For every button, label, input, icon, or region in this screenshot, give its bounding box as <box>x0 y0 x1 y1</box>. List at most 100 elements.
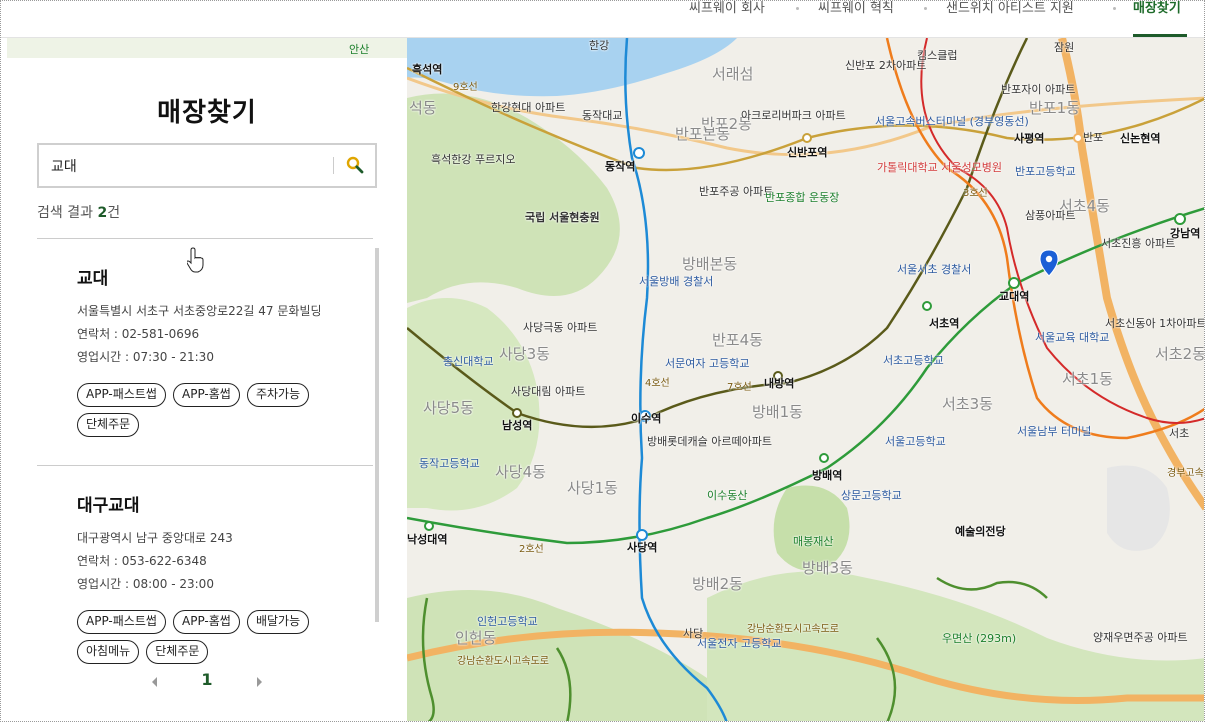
hand-cursor-icon <box>187 247 204 273</box>
place-label: 한강 <box>589 39 610 52</box>
store-tag: APP-패스트썹 <box>77 610 166 634</box>
nav-item-store-finder[interactable]: 매장찾기 <box>1133 1 1181 16</box>
store-map[interactable]: 반포2동 반포본동 반포4동 방배본동 방배1동 방배2동 방배3동 서초4동 … <box>407 38 1205 721</box>
map-label: 서초3동 <box>942 395 993 413</box>
search-button[interactable] <box>341 153 369 179</box>
place-label: 신반포 2차아파트 <box>845 59 927 72</box>
station-label[interactable]: 방배역 <box>812 470 842 482</box>
store-name[interactable]: 교대 <box>77 264 108 289</box>
next-page-button[interactable] <box>249 672 269 692</box>
station-label[interactable]: 낙성대역 <box>407 534 447 546</box>
place-label: 방배롯데캐슬 아르떼아파트 <box>647 435 772 448</box>
station-label[interactable]: 사당역 <box>627 542 657 554</box>
store-name[interactable]: 대구교대 <box>77 491 140 516</box>
place-label: 사당대림 아파트 <box>511 385 586 398</box>
station-label[interactable]: 내방역 <box>764 378 794 390</box>
search-input[interactable] <box>51 145 331 186</box>
store-tags: APP-패스트썹 APP-홈썹 배달가능 아침메뉴 단체주문 <box>77 610 337 664</box>
list-divider <box>37 238 373 239</box>
line-label: 2호선 <box>519 544 544 555</box>
place-label: 서울고속버스터미널 (경부영동선) <box>875 115 1029 128</box>
scrollbar-thumb[interactable] <box>375 248 379 622</box>
store-divider <box>37 465 373 466</box>
result-count-suffix: 건 <box>107 205 121 221</box>
browser-frame: 씨프웨이 회사 씨프웨이 혁칙 샌드위치 아티스트 지원 매장찾기 안산 반포2… <box>0 0 1205 722</box>
place-label: 상문고등학교 <box>841 489 902 502</box>
place-label: 킴스클럽 <box>917 49 958 62</box>
station-label[interactable]: 서초역 <box>929 318 959 330</box>
station-label[interactable]: 신반포역 <box>787 147 827 159</box>
nav-item-policy[interactable]: 씨프웨이 혁칙 <box>818 1 894 16</box>
nav-item-artist[interactable]: 샌드위치 아티스트 지원 <box>946 1 1074 16</box>
store-tag: 단체주문 <box>77 413 140 437</box>
station-label[interactable]: 흑석역 <box>412 64 442 76</box>
station-label[interactable]: 이수역 <box>631 413 661 425</box>
place-label: 서초고등학교 <box>883 354 944 367</box>
station-label[interactable]: 남성역 <box>502 420 532 432</box>
store-address: 서울특별시 서초구 서초중앙로22길 47 문화빌딩 <box>77 304 322 318</box>
place-label: 우면산 (293m) <box>942 632 1017 645</box>
station-label[interactable]: 신논현역 <box>1120 133 1160 145</box>
nav-item-company[interactable]: 씨프웨이 회사 <box>689 1 765 16</box>
map-label: 사당5동 <box>423 399 474 417</box>
place-label: 서울방배 경찰서 <box>639 275 714 288</box>
current-page[interactable]: 1 <box>197 670 217 689</box>
place-label: 매봉재산 <box>793 535 834 548</box>
station-label[interactable]: 동작역 <box>605 161 635 173</box>
result-count-prefix: 검색 결과 <box>37 205 93 221</box>
place-label: 반포고등학교 <box>1015 165 1076 178</box>
place-label: 서울교육 대학교 <box>1035 331 1110 344</box>
road-label: 강남순환도시고속도로 <box>457 656 549 667</box>
place-label: 서울고등학교 <box>885 435 946 448</box>
road-label: 사당 <box>683 627 704 640</box>
store-tag: APP-홈썹 <box>173 610 240 634</box>
place-label: 아크로리버파크 아파트 <box>741 109 846 122</box>
map-label: 서초2동 <box>1155 345 1205 363</box>
road-label: 강남순환도시고속도로 <box>747 624 839 635</box>
place-label: 반포주공 아파트 <box>699 185 774 198</box>
map-label: 인헌동 <box>455 629 497 647</box>
place-label: 인헌고등학교 <box>477 615 538 628</box>
map-label: 안산 <box>349 43 370 56</box>
place-label: 삼풍아파트 <box>1025 209 1076 222</box>
map-label: 사당1동 <box>567 479 618 497</box>
place-label: 총신대학교 <box>443 355 494 368</box>
store-search-panel: 매장찾기 검색 결과 2건 교대 서울특별시 서초구 서초중앙로22길 47 문… <box>7 58 407 720</box>
place-label: 가톨릭대학교 서울성모병원 <box>877 161 1002 174</box>
map-label: 반포본동 <box>675 125 731 143</box>
map-label: 방배본동 <box>682 255 738 273</box>
map-label: 반포4동 <box>712 331 763 349</box>
place-label: 서문여자 고등학교 <box>665 357 750 370</box>
map-label: 석동 <box>409 99 437 117</box>
store-hours: 영업시간 : 08:00 - 23:00 <box>77 577 214 591</box>
store-address: 대구광역시 남구 중앙대로 243 <box>77 531 233 545</box>
place-label: 서초진흥 아파트 <box>1101 237 1176 250</box>
place-label: 양재우면주공 아파트 <box>1093 631 1188 644</box>
result-count-number: 2 <box>97 205 108 221</box>
place-label: 반포종합 운동장 <box>765 191 840 204</box>
road-label: 잠원 <box>1054 41 1075 54</box>
station-label[interactable]: 사평역 <box>1014 133 1044 145</box>
chevron-left-icon <box>152 677 157 687</box>
store-tag: 주차가능 <box>246 383 310 407</box>
store-list[interactable]: 교대 서울특별시 서초구 서초중앙로22길 47 문화빌딩 연락처 : 02-5… <box>37 248 373 664</box>
store-hours: 영업시간 : 07:30 - 21:30 <box>77 350 214 364</box>
road-label: 서초 <box>1169 427 1190 440</box>
line-label: 7호선 <box>727 382 752 393</box>
prev-page-button[interactable] <box>145 672 165 692</box>
place-label: 예술의전당 <box>955 525 1006 538</box>
place-label: 서울전자 고등학교 <box>697 637 782 650</box>
place-label: 이수동산 <box>707 489 748 502</box>
chevron-right-icon <box>257 677 262 687</box>
place-label: 반포자이 아파트 <box>1001 83 1076 96</box>
station-label[interactable]: 교대역 <box>999 291 1029 303</box>
place-label: 서초신동아 1차아파트 <box>1105 317 1205 330</box>
road-label: 동작대교 <box>582 109 623 122</box>
nav-separator <box>796 7 799 10</box>
nav-separator <box>1113 7 1116 10</box>
map-label: 방배3동 <box>802 559 853 577</box>
page-title: 매장찾기 <box>157 98 257 128</box>
nav-separator <box>924 7 927 10</box>
map-label: 반포1동 <box>1029 99 1080 117</box>
place-label: 흑석한강 푸르지오 <box>431 153 516 166</box>
